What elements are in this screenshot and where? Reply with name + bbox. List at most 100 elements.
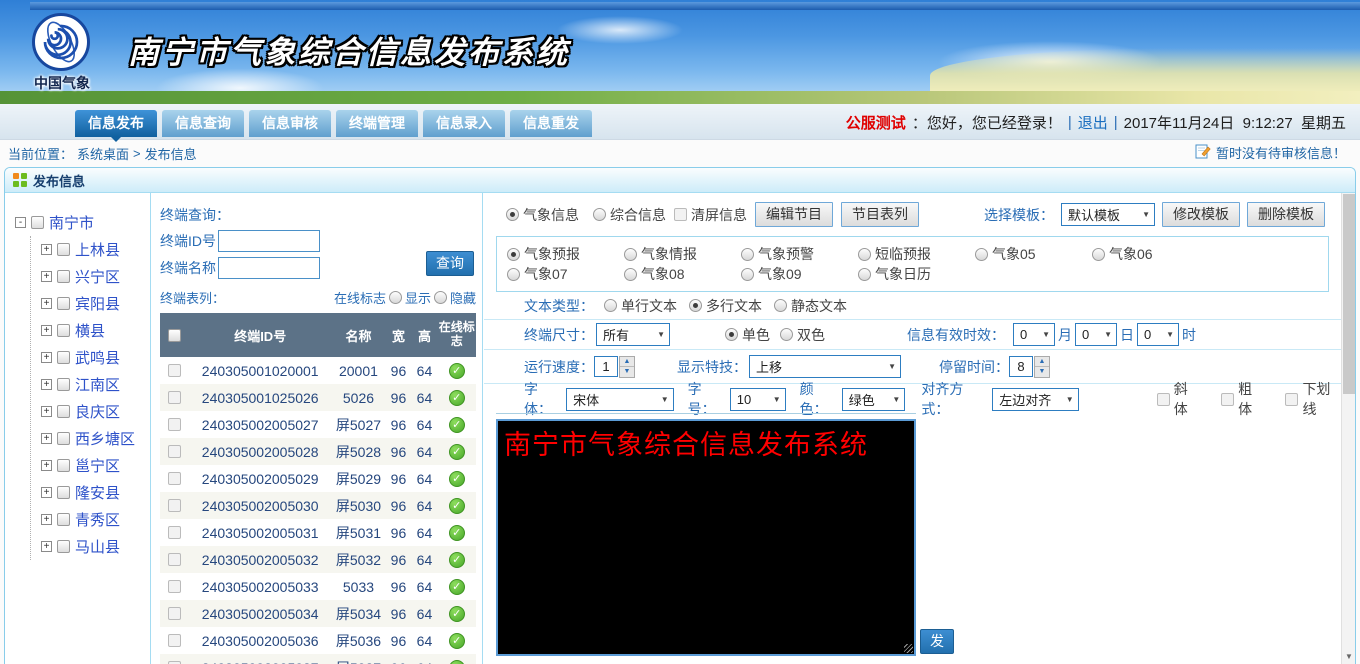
tree-node-label[interactable]: 邕宁区 <box>75 455 120 476</box>
expand-icon[interactable] <box>41 379 52 390</box>
text-type-radio[interactable] <box>604 299 617 312</box>
color-mode-radio[interactable] <box>725 328 738 341</box>
color-select[interactable]: 绿色▼ <box>842 388 906 411</box>
category-radio[interactable] <box>624 248 637 261</box>
expand-icon[interactable] <box>41 271 52 282</box>
tree-node-label[interactable]: 上林县 <box>75 239 120 260</box>
tree-node-label[interactable]: 良庆区 <box>75 401 120 422</box>
expand-icon[interactable] <box>41 406 52 417</box>
tree-node-checkbox[interactable] <box>57 270 70 283</box>
terminal-id-input[interactable] <box>218 230 320 252</box>
font-select[interactable]: 宋体▼ <box>566 388 674 411</box>
logout-link[interactable]: 退出 <box>1078 112 1108 133</box>
category-radio[interactable] <box>858 248 871 261</box>
tree-node-checkbox[interactable] <box>57 297 70 310</box>
row-checkbox[interactable] <box>168 445 181 458</box>
expand-icon[interactable] <box>41 541 52 552</box>
spin-down-icon[interactable]: ▼ <box>620 367 634 377</box>
category-radio[interactable] <box>741 248 754 261</box>
expand-icon[interactable] <box>41 244 52 255</box>
resize-handle[interactable] <box>904 644 913 653</box>
online-flag-radio[interactable] <box>434 291 447 304</box>
category-radio[interactable] <box>507 248 520 261</box>
template-select[interactable]: 默认模板▼ <box>1061 203 1155 226</box>
modify-template-button[interactable]: 修改模板 <box>1162 202 1240 227</box>
expand-icon[interactable] <box>41 487 52 498</box>
tree-node-checkbox[interactable] <box>57 540 70 553</box>
expand-icon[interactable] <box>41 433 52 444</box>
nav-tab[interactable]: 终端管理 <box>336 110 418 137</box>
validity-month-select[interactable]: 0▼ <box>1013 323 1055 346</box>
tree-node-checkbox[interactable] <box>57 378 70 391</box>
edit-program-button[interactable]: 编辑节目 <box>755 202 833 227</box>
clear-screen-checkbox[interactable] <box>674 208 687 221</box>
validity-day-select[interactable]: 0▼ <box>1075 323 1117 346</box>
review-notice[interactable]: 暂时没有待审核信息！ <box>1195 143 1346 162</box>
effect-select[interactable]: 上移▼ <box>749 355 901 378</box>
tree-node-label[interactable]: 青秀区 <box>75 509 120 530</box>
tree-node-checkbox[interactable] <box>57 324 70 337</box>
expand-icon[interactable] <box>41 352 52 363</box>
color-mode-radio[interactable] <box>780 328 793 341</box>
category-radio[interactable] <box>858 268 871 281</box>
program-list-button[interactable]: 节目表列 <box>841 202 919 227</box>
tree-node-checkbox[interactable] <box>57 513 70 526</box>
tree-node-checkbox[interactable] <box>57 486 70 499</box>
text-type-radio[interactable] <box>774 299 787 312</box>
tree-node-label[interactable]: 横县 <box>75 320 105 341</box>
row-checkbox[interactable] <box>168 553 181 566</box>
row-checkbox[interactable] <box>168 526 181 539</box>
style-checkbox[interactable] <box>1285 393 1298 406</box>
tree-node-label[interactable]: 马山县 <box>75 536 120 557</box>
tree-node-checkbox[interactable] <box>57 459 70 472</box>
expand-icon[interactable] <box>41 460 52 471</box>
nav-tab[interactable]: 信息审核 <box>249 110 331 137</box>
tree-node-label[interactable]: 隆安县 <box>75 482 120 503</box>
tree-node-checkbox[interactable] <box>57 243 70 256</box>
tree-node-checkbox[interactable] <box>57 351 70 364</box>
nav-tab[interactable]: 信息重发 <box>510 110 592 137</box>
scroll-down-arrow-icon[interactable]: ▼ <box>1342 650 1356 664</box>
run-speed-value[interactable]: 1 <box>594 356 618 377</box>
vertical-scrollbar[interactable]: ▼ <box>1341 193 1355 664</box>
collapse-icon[interactable] <box>15 217 26 228</box>
tree-node-label[interactable]: 江南区 <box>75 374 120 395</box>
online-flag-radio[interactable] <box>389 291 402 304</box>
breadcrumb-home[interactable]: 系统桌面 <box>77 144 129 163</box>
dwell-value[interactable]: 8 <box>1009 356 1033 377</box>
align-select[interactable]: 左边对齐▼ <box>992 388 1078 411</box>
row-checkbox[interactable] <box>168 472 181 485</box>
category-radio[interactable] <box>507 268 520 281</box>
expand-icon[interactable] <box>41 514 52 525</box>
style-checkbox[interactable] <box>1157 393 1170 406</box>
terminal-size-select[interactable]: 所有▼ <box>596 323 670 346</box>
spin-down-icon[interactable]: ▼ <box>1035 367 1049 377</box>
row-checkbox[interactable] <box>168 364 181 377</box>
row-checkbox[interactable] <box>168 607 181 620</box>
nav-tab[interactable]: 信息录入 <box>423 110 505 137</box>
category-radio[interactable] <box>624 268 637 281</box>
message-preview[interactable]: 南宁市气象综合信息发布系统 <box>496 419 916 656</box>
info-type-radio[interactable] <box>506 208 519 221</box>
row-checkbox[interactable] <box>168 580 181 593</box>
info-type-radio[interactable] <box>593 208 606 221</box>
scrollbar-thumb[interactable] <box>1343 194 1355 394</box>
tree-node-checkbox[interactable] <box>57 432 70 445</box>
category-radio[interactable] <box>741 268 754 281</box>
search-button[interactable]: 查询 <box>426 251 474 276</box>
nav-tab[interactable]: 信息查询 <box>162 110 244 137</box>
row-checkbox[interactable] <box>168 634 181 647</box>
delete-template-button[interactable]: 删除模板 <box>1247 202 1325 227</box>
expand-icon[interactable] <box>41 325 52 336</box>
tree-node-label[interactable]: 兴宁区 <box>75 266 120 287</box>
tree-root-label[interactable]: 南宁市 <box>49 212 94 233</box>
send-button[interactable]: 发送 <box>920 629 954 654</box>
text-type-radio[interactable] <box>689 299 702 312</box>
tree-root-checkbox[interactable] <box>31 216 44 229</box>
expand-icon[interactable] <box>41 298 52 309</box>
row-checkbox[interactable] <box>168 391 181 404</box>
tree-node-label[interactable]: 西乡塘区 <box>75 428 135 449</box>
category-radio[interactable] <box>975 248 988 261</box>
style-checkbox[interactable] <box>1221 393 1234 406</box>
spin-up-icon[interactable]: ▲ <box>620 357 634 367</box>
